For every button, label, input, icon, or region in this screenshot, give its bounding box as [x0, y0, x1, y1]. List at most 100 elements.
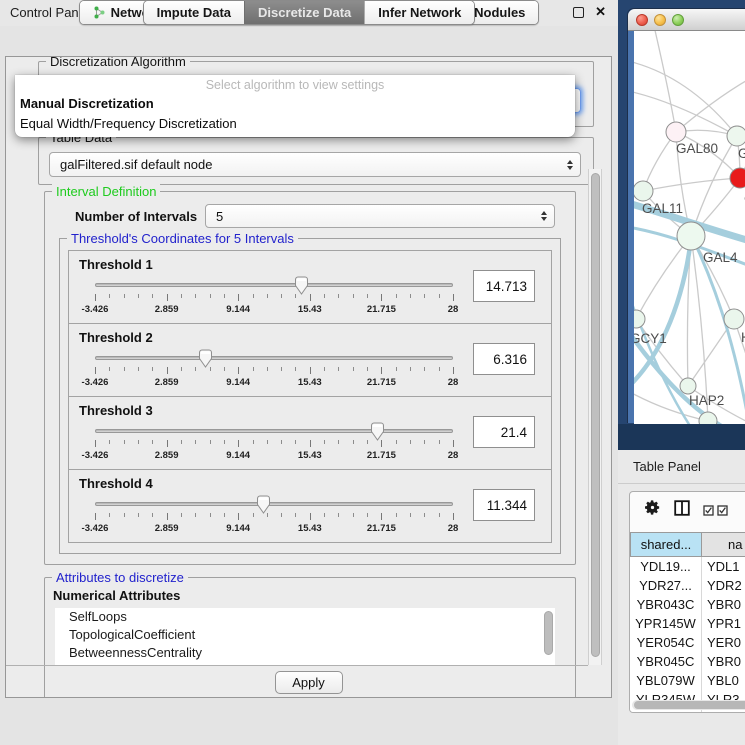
network-node-c[interactable]	[730, 168, 745, 188]
table-cell[interactable]: YBR045C	[630, 652, 702, 671]
table-cell[interactable]: YER0	[702, 633, 745, 652]
select-all-checkboxes-icon[interactable]	[703, 505, 728, 516]
slider-tick-label: 21.715	[367, 304, 396, 315]
tick-mark	[224, 367, 225, 371]
threshold-value-field[interactable]: 6.316	[473, 343, 535, 375]
tick-mark	[210, 440, 211, 444]
tick-mark	[324, 440, 325, 444]
table-row[interactable]: YBL079WYBL0	[630, 671, 745, 690]
thresholds-group: Threshold's Coordinates for 5 Intervals …	[59, 238, 561, 554]
tick-mark	[95, 294, 96, 301]
slider-tick-label: -3.426	[82, 377, 109, 388]
network-node-h[interactable]	[724, 309, 744, 329]
table-row[interactable]: YER054CYER0	[630, 633, 745, 652]
scrollbar-thumb[interactable]	[634, 701, 745, 709]
list-scrollbar[interactable]	[544, 611, 553, 655]
column-header-shared-[interactable]: shared...	[630, 532, 702, 557]
slider-track[interactable]	[95, 283, 453, 287]
slider-track[interactable]	[95, 356, 453, 360]
table-panel-title: Table Panel	[633, 459, 701, 474]
slider-tick-label: 2.859	[155, 377, 179, 388]
network-canvas[interactable]: GAL80GACGAL11GAL4GCY1HHAP2	[634, 31, 745, 424]
tick-mark	[367, 440, 368, 444]
table-cell[interactable]: YDR27...	[630, 576, 702, 595]
apply-button[interactable]: Apply	[275, 671, 343, 694]
threshold-value-field[interactable]: 21.4	[473, 416, 535, 448]
column-header-na[interactable]: na	[702, 532, 745, 557]
table-cell[interactable]: YBL0	[702, 671, 745, 690]
table-row[interactable]: YBR045CYBR0	[630, 652, 745, 671]
table-row[interactable]: YDR27...YDR2	[630, 576, 745, 595]
tab-impute-data[interactable]: Impute Data	[144, 1, 244, 24]
slider-thumb[interactable]	[369, 422, 386, 442]
table-row[interactable]: YBR043CYBR0	[630, 595, 745, 614]
tick-mark	[367, 367, 368, 371]
combo-arrows-icon	[541, 211, 547, 221]
table-hscrollbar[interactable]	[632, 700, 745, 710]
tick-mark	[439, 294, 440, 298]
tab-infer-network[interactable]: Infer Network	[364, 1, 474, 24]
panel-scrollbar[interactable]	[588, 169, 602, 665]
threshold-value-field[interactable]: 14.713	[473, 270, 535, 302]
tab-discretize-data[interactable]: Discretize Data	[244, 1, 364, 24]
table-cell[interactable]: YDL1	[702, 557, 745, 576]
table-cell[interactable]: YPR1	[702, 614, 745, 633]
slider-thumb[interactable]	[255, 495, 272, 515]
slider-track[interactable]	[95, 429, 453, 433]
tick-mark	[310, 513, 311, 520]
slider-track[interactable]	[95, 502, 453, 506]
network-node-hap2[interactable]	[680, 378, 696, 394]
threshold-slider[interactable]: -3.4262.8599.14415.4321.71528	[95, 350, 453, 394]
table-cell[interactable]: YDL19...	[630, 557, 702, 576]
slider-thumb[interactable]	[293, 276, 310, 296]
table-cell[interactable]: YPR145W	[630, 614, 702, 633]
threshold-slider[interactable]: -3.4262.8599.14415.4321.71528	[95, 496, 453, 540]
tick-mark	[410, 513, 411, 517]
table-cell[interactable]: YDR2	[702, 576, 745, 595]
algorithm-option-manual-discretization[interactable]: Manual Discretization	[15, 94, 575, 114]
minimize-traffic-icon[interactable]	[654, 14, 666, 26]
table-cell[interactable]: YBL079W	[630, 671, 702, 690]
table-cell[interactable]: YBR0	[702, 595, 745, 614]
threshold-list: Threshold 1-3.4262.8599.14415.4321.71528…	[68, 251, 552, 543]
network-node-ga[interactable]	[727, 126, 745, 146]
slider-tick-label: 28	[448, 304, 459, 315]
slider-tick-label: 9.144	[226, 450, 250, 461]
table-cell[interactable]: YBR0	[702, 652, 745, 671]
attribute-item-topologicalcoefficient[interactable]: TopologicalCoefficient	[55, 626, 555, 644]
slider-tick-label: 21.715	[367, 450, 396, 461]
network-node-gal11[interactable]	[634, 181, 653, 201]
algorithm-option-equal-width-frequency-discretization[interactable]: Equal Width/Frequency Discretization	[15, 114, 575, 134]
table-cell[interactable]: YBR043C	[630, 595, 702, 614]
columns-icon[interactable]	[674, 500, 690, 521]
attribute-item-selfloops[interactable]: SelfLoops	[55, 608, 555, 626]
tick-mark	[124, 367, 125, 371]
tick-mark	[253, 294, 254, 298]
gear-icon[interactable]	[644, 499, 661, 521]
threshold-slider[interactable]: -3.4262.8599.14415.4321.71528	[95, 423, 453, 467]
slider-thumb[interactable]	[197, 349, 214, 369]
network-node-gal80[interactable]	[666, 122, 686, 142]
node-label: GCY1	[634, 331, 667, 346]
tick-mark	[439, 367, 440, 371]
tick-mark	[396, 367, 397, 371]
slider-tick-label: 9.144	[226, 304, 250, 315]
number-of-intervals-combobox[interactable]: 5	[205, 204, 555, 228]
threshold-slider[interactable]: -3.4262.8599.14415.4321.71528	[95, 277, 453, 321]
tick-mark	[453, 440, 454, 447]
threshold-value-field[interactable]: 11.344	[473, 489, 535, 521]
tick-mark	[295, 367, 296, 371]
tick-mark	[281, 367, 282, 371]
close-traffic-icon[interactable]	[636, 14, 648, 26]
table-data-combobox[interactable]: galFiltered.sif default node	[49, 152, 581, 177]
table-cell[interactable]: YER054C	[630, 633, 702, 652]
network-node-gal4[interactable]	[677, 222, 705, 250]
table-row[interactable]: YPR145WYPR1	[630, 614, 745, 633]
table-row[interactable]: YDL19...YDL1	[630, 557, 745, 576]
node-label: GA	[738, 146, 745, 161]
scrollbar-thumb[interactable]	[591, 173, 600, 657]
zoom-traffic-icon[interactable]	[672, 14, 684, 26]
tick-mark	[324, 367, 325, 371]
network-node-gcy1[interactable]	[634, 310, 645, 328]
attribute-item-betweennesscentrality[interactable]: BetweennessCentrality	[55, 644, 555, 662]
